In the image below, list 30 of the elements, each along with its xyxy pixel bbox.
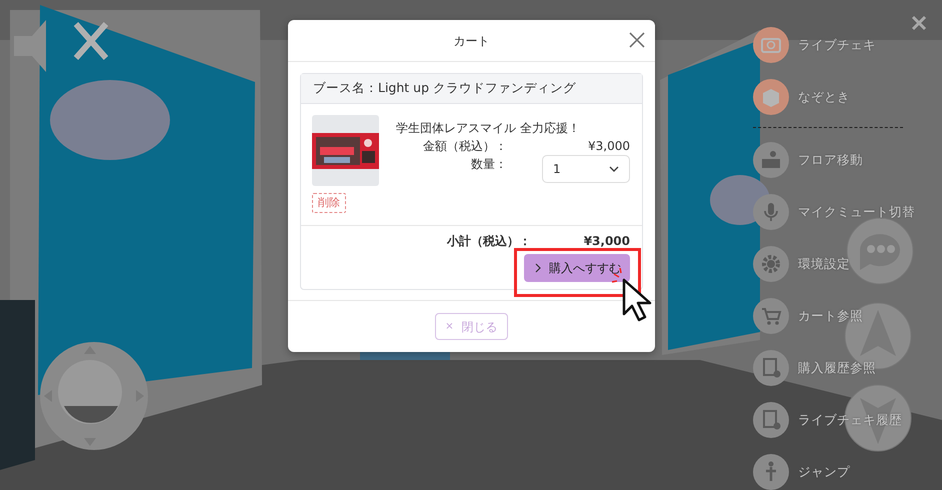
menu-item[interactable]: ジャンプ (753, 446, 933, 490)
menu-label: ライブチェキ (798, 36, 876, 54)
price-label: 金額（税込）： (422, 138, 508, 155)
menu-label: ジャンプ (798, 462, 850, 481)
price-value: ¥3,000 (587, 138, 630, 155)
menu-label: なぞとき (798, 88, 850, 106)
subtotal-value: ¥3,000 (582, 233, 630, 250)
quantity-label: 数量： (470, 156, 508, 173)
menu-label: 環境設定 (798, 254, 850, 273)
checkout-button[interactable]: 購入へすすむ (524, 254, 630, 282)
menu-item[interactable]: なぞとき (753, 71, 933, 123)
product-name: 学生団体レアスマイル 全力応援！ (396, 120, 581, 137)
menu-item[interactable]: 環境設定 (753, 238, 933, 290)
delete-button[interactable]: 削除 (312, 193, 346, 214)
menu-label: マイクミュート切替 (798, 202, 915, 221)
menu-label: ライブチェキ履歴 (798, 410, 902, 429)
subtotal-label: 小計（税込）： (446, 233, 532, 250)
menu-item[interactable]: 購入履歴参照 (753, 342, 933, 394)
menu-label: 購入履歴参照 (798, 358, 876, 377)
quantity-select[interactable]: 1 (542, 155, 630, 183)
modal-title: カート (454, 32, 490, 50)
menu-item[interactable]: マイクミュート切替 (753, 186, 933, 238)
menu-item[interactable]: ライブチェキ (753, 19, 933, 71)
menu-item[interactable]: ライブチェキ履歴 (753, 394, 933, 446)
close-button[interactable]: × 閉じる (435, 313, 508, 340)
menu-label: カート参照 (798, 306, 863, 325)
menu-label: フロア移動 (798, 150, 863, 169)
booth-name-header: ブース名：Light up クラウドファンディング (301, 74, 642, 104)
menu-item[interactable]: カート参照 (753, 290, 933, 342)
menu-item[interactable]: フロア移動 (753, 134, 933, 186)
